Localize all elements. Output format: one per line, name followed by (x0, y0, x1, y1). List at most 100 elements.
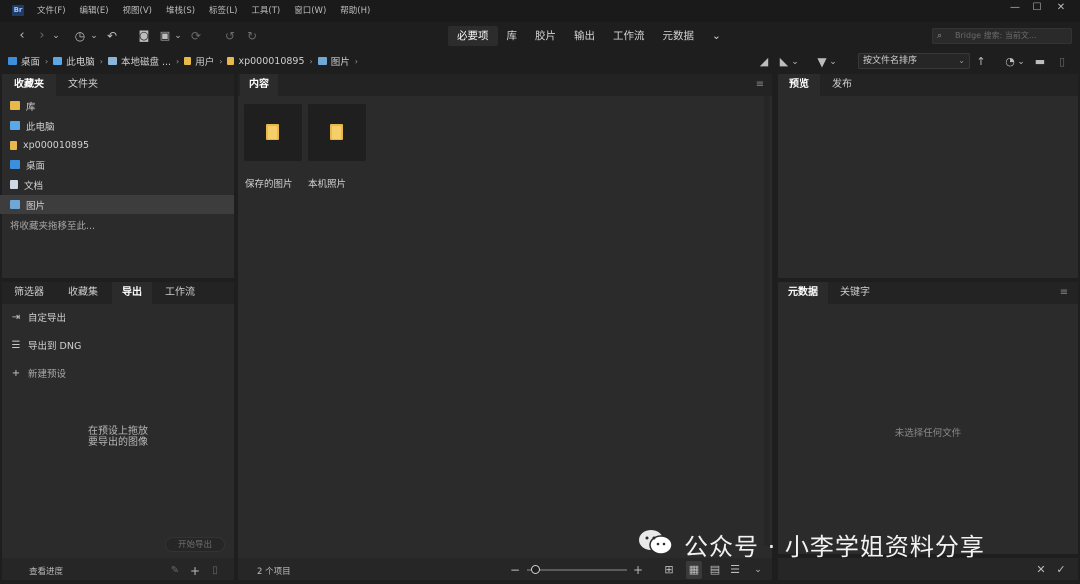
workspace-essentials[interactable]: 必要项 (448, 26, 498, 46)
close-window-button[interactable]: ✕ (1050, 0, 1072, 15)
hamburger-menu-icon[interactable]: ≡ (1058, 287, 1070, 299)
tab-folders[interactable]: 文件夹 (58, 74, 108, 96)
menu-label[interactable]: 标签(L) (209, 0, 237, 22)
workspace-workflow[interactable]: 工作流 (604, 26, 654, 46)
tab-publish[interactable]: 发布 (822, 74, 862, 96)
menu-view[interactable]: 视图(V) (123, 0, 152, 22)
hamburger-menu-icon[interactable]: ≡ (754, 79, 766, 91)
workspace-libraries[interactable]: 库 (498, 26, 527, 46)
tab-preview[interactable]: 预览 (778, 74, 820, 96)
add-plus-icon[interactable]: + (188, 562, 202, 580)
breadcrumb: 桌面 › 此电脑 › 本地磁盘 ... › 用户 › xp000010895 ›… (8, 54, 363, 68)
tab-favorites[interactable]: 收藏夹 (2, 74, 56, 96)
open-recent-dropdown-icon[interactable]: ⌄ (1016, 53, 1026, 71)
new-folder-icon[interactable]: ▬ (1032, 53, 1048, 71)
start-export-button[interactable]: 开始导出 (165, 537, 225, 552)
favorite-item-user-folder[interactable]: xp000010895 (0, 136, 234, 155)
redo-icon[interactable]: ↻ (244, 27, 260, 45)
history-dropdown-icon[interactable]: ⌄ (50, 27, 62, 45)
maximize-button[interactable]: ☐ (1026, 0, 1048, 15)
tab-filter[interactable]: 筛选器 (4, 282, 54, 304)
thumbnail-size-slider[interactable] (527, 569, 627, 571)
thumbnail-camera-roll[interactable] (308, 104, 366, 161)
rotate-icon[interactable]: ⟳ (188, 27, 204, 45)
workspace-filmstrip[interactable]: 胶片 (526, 26, 565, 46)
delete-trash-icon[interactable]: ▯ (208, 562, 222, 580)
breadcrumb-separator-icon[interactable]: › (310, 57, 313, 66)
item-count: 2 个项目 (257, 567, 291, 577)
menu-help[interactable]: 帮助(H) (340, 0, 370, 22)
breadcrumb-separator-icon[interactable]: › (45, 57, 48, 66)
export-preset-dng[interactable]: ☰ 导出到 DNG (10, 337, 82, 353)
content-panel-header (238, 74, 772, 96)
camera-import-icon[interactable]: ◙ (136, 27, 152, 45)
breadcrumb-separator-icon[interactable]: › (176, 57, 179, 66)
breadcrumb-item-this-pc[interactable]: 此电脑 (53, 54, 95, 68)
menu-stacks[interactable]: 堆栈(S) (166, 0, 195, 22)
breadcrumb-separator-icon[interactable]: › (355, 57, 358, 66)
undo-icon[interactable]: ↺ (222, 27, 238, 45)
tab-export[interactable]: 导出 (112, 282, 152, 304)
minimize-button[interactable]: — (1004, 0, 1026, 15)
breadcrumb-separator-icon[interactable]: › (100, 57, 103, 66)
computer-icon (53, 57, 63, 65)
breadcrumb-item-pictures[interactable]: 图片 (317, 54, 350, 68)
favorite-item-pictures[interactable]: 图片 (0, 195, 234, 214)
slider-handle[interactable] (531, 565, 540, 574)
chevron-down-icon: ⌄ (958, 56, 965, 65)
sort-select[interactable]: 按文件名排序 ⌄ (858, 53, 970, 69)
breadcrumb-item-local-disk[interactable]: 本地磁盘 ... (107, 54, 171, 68)
details-view-icon[interactable]: ▤ (708, 561, 722, 579)
preview-panel (778, 74, 1078, 278)
view-progress-link[interactable]: 查看进度 (29, 565, 63, 577)
thumbnail-label[interactable]: 保存的图片 (245, 176, 293, 190)
new-preset-button[interactable]: + 新建预设 (10, 365, 66, 381)
breadcrumb-item-users[interactable]: 用户 (184, 54, 214, 68)
back-arrow-icon[interactable]: ‹ (14, 27, 30, 45)
forward-arrow-icon[interactable]: › (34, 27, 50, 45)
recent-dropdown-icon[interactable]: ⌄ (88, 27, 100, 45)
breadcrumb-item-desktop[interactable]: 桌面 (8, 54, 40, 68)
favorite-item-library[interactable]: 库 (0, 96, 234, 115)
search-input[interactable]: ⌕ Bridge 搜索: 当前文... (932, 28, 1072, 44)
breadcrumb-separator-icon[interactable]: › (219, 57, 222, 66)
content-scrollbar[interactable] (764, 96, 770, 546)
tab-workflow[interactable]: 工作流 (156, 282, 204, 304)
list-view-icon[interactable]: ☰ (728, 561, 742, 579)
favorite-item-this-pc[interactable]: 此电脑 (0, 116, 234, 135)
menu-window[interactable]: 窗口(W) (294, 0, 326, 22)
cancel-x-icon[interactable]: ✕ (1034, 561, 1048, 579)
thumbnail-label[interactable]: 本机照片 (308, 176, 346, 190)
edit-pencil-icon[interactable]: ✎ (168, 562, 182, 580)
tab-collections[interactable]: 收藏集 (58, 282, 108, 304)
filter-dropdown-icon[interactable]: ⌄ (828, 53, 838, 71)
menu-edit[interactable]: 编辑(E) (80, 0, 109, 22)
grid-lock-icon[interactable]: ⊞ (662, 561, 676, 579)
export-preset-custom[interactable]: ⇥ 自定导出 (10, 309, 66, 325)
menu-tools[interactable]: 工具(T) (251, 0, 280, 22)
rating-dropdown-icon[interactable]: ⌄ (790, 53, 800, 71)
tab-keywords[interactable]: 关键字 (830, 282, 880, 304)
refine-icon[interactable]: ▣ (157, 27, 173, 45)
trash-icon[interactable]: ▯ (1054, 53, 1070, 71)
menu-file[interactable]: 文件(F) (37, 0, 66, 22)
refine-dropdown-icon[interactable]: ⌄ (173, 27, 183, 45)
view-options-chevron-icon[interactable]: ⌄ (752, 561, 764, 579)
workspace-output[interactable]: 输出 (565, 26, 604, 46)
zoom-out-minus-icon[interactable]: − (508, 561, 522, 579)
favorite-item-desktop[interactable]: 桌面 (0, 155, 234, 174)
zoom-in-plus-icon[interactable]: + (631, 561, 645, 579)
tab-content[interactable]: 内容 (240, 74, 278, 96)
recent-clock-icon[interactable]: ◷ (72, 27, 88, 45)
workspace-metadata[interactable]: 元数据 (654, 26, 704, 46)
breadcrumb-item-user-folder[interactable]: xp000010895 (227, 56, 305, 67)
apply-check-icon[interactable]: ✓ (1054, 561, 1068, 579)
favorite-item-documents[interactable]: 文档 (0, 175, 234, 194)
boomerang-icon[interactable]: ↶ (104, 27, 120, 45)
workspace-more-chevron-icon[interactable]: ⌄ (703, 26, 730, 46)
tab-metadata[interactable]: 元数据 (778, 282, 828, 304)
sort-ascending-arrow-icon[interactable]: ↑ (974, 53, 988, 71)
thumbnail-saved-pictures[interactable] (244, 104, 302, 161)
thumbnail-view-icon[interactable]: ▦ (686, 561, 702, 579)
quality-options-icon[interactable]: ◢ (756, 53, 772, 71)
